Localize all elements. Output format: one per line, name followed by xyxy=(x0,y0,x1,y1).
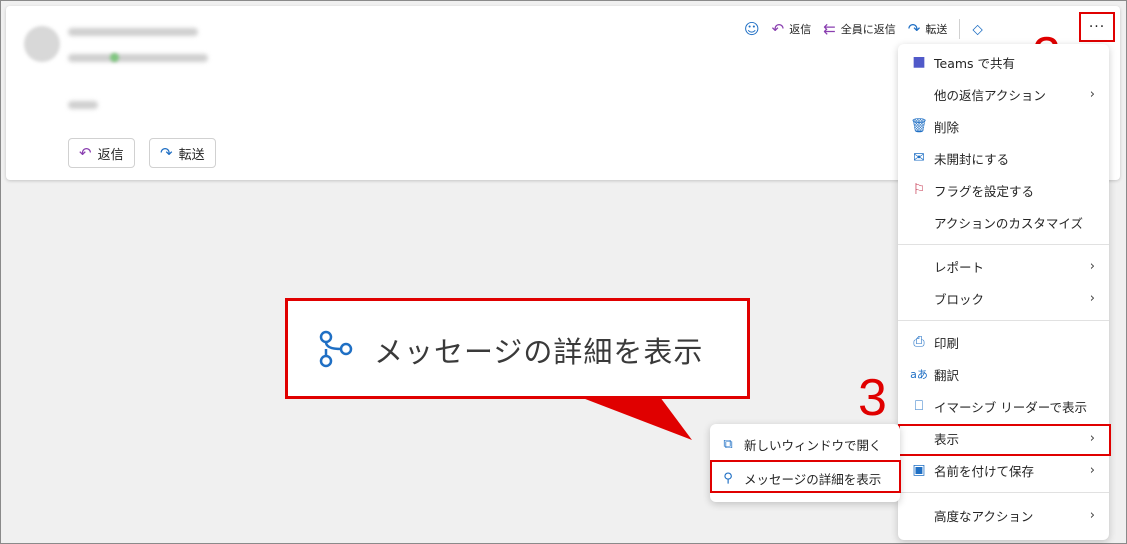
callout-label: メッセージの詳細を表示 xyxy=(374,335,704,369)
message-details-icon xyxy=(319,330,353,368)
callout-box: メッセージの詳細を表示 xyxy=(285,298,750,399)
callout-arrow xyxy=(580,397,692,440)
